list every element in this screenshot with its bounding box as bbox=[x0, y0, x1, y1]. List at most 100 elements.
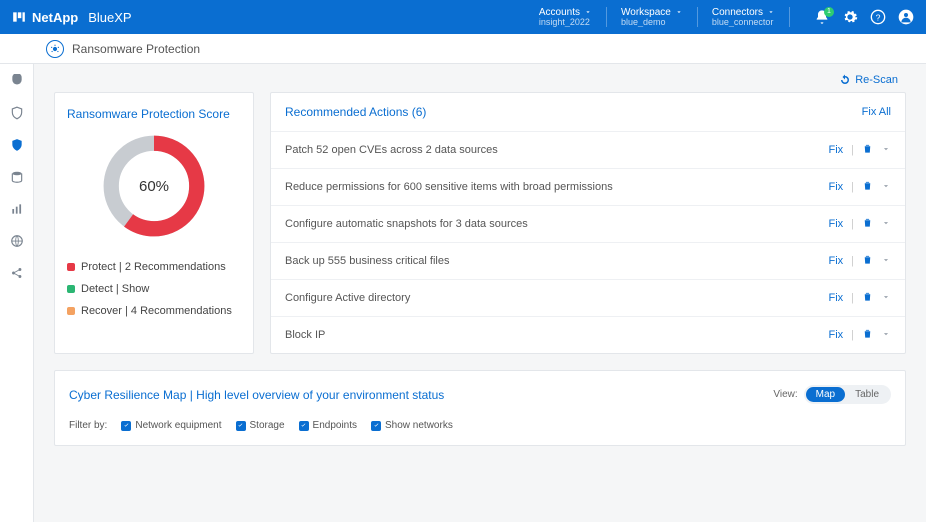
trash-icon bbox=[862, 180, 873, 191]
action-row: Block IPFix| bbox=[271, 316, 905, 353]
legend-detect[interactable]: Detect | Show bbox=[67, 283, 241, 295]
expand-button[interactable] bbox=[881, 329, 891, 342]
notification-badge: 1 bbox=[824, 7, 834, 17]
page-title: Ransomware Protection bbox=[72, 42, 200, 56]
filter-label-text: Show networks bbox=[385, 420, 453, 431]
chevron-down-icon bbox=[584, 8, 592, 16]
sidebar-item-share[interactable] bbox=[10, 266, 24, 280]
view-table-button[interactable]: Table bbox=[845, 387, 889, 402]
workspace-menu[interactable]: Workspace blue_demo bbox=[621, 7, 698, 28]
ransomware-icon bbox=[46, 40, 64, 58]
notifications-icon[interactable]: 1 bbox=[814, 9, 830, 25]
delete-button[interactable] bbox=[862, 291, 873, 305]
chevron-down-icon bbox=[881, 144, 891, 154]
chevron-down-icon bbox=[675, 8, 683, 16]
map-card: Cyber Resilience Map | High level overvi… bbox=[54, 370, 906, 446]
svg-text:?: ? bbox=[876, 12, 881, 22]
expand-button[interactable] bbox=[881, 144, 891, 157]
rescan-button[interactable]: Re-Scan bbox=[839, 74, 898, 86]
score-donut: 60% bbox=[99, 131, 209, 241]
sidebar-item-volumes[interactable] bbox=[10, 170, 24, 184]
fix-button[interactable]: Fix bbox=[828, 144, 843, 156]
actions-card: Recommended Actions (6) Fix All Patch 52… bbox=[270, 92, 906, 354]
view-label: View: bbox=[773, 389, 797, 400]
help-icon[interactable]: ? bbox=[870, 9, 886, 25]
view-map-button[interactable]: Map bbox=[806, 387, 845, 402]
accounts-menu[interactable]: Accounts insight_2022 bbox=[539, 7, 607, 28]
sidebar-item-reports[interactable] bbox=[10, 202, 24, 216]
trash-icon bbox=[862, 254, 873, 265]
fix-button[interactable]: Fix bbox=[828, 292, 843, 304]
score-value: 60% bbox=[99, 131, 209, 241]
action-row: Patch 52 open CVEs across 2 data sources… bbox=[271, 131, 905, 168]
action-row: Configure Active directoryFix| bbox=[271, 279, 905, 316]
delete-button[interactable] bbox=[862, 143, 873, 157]
fix-button[interactable]: Fix bbox=[828, 329, 843, 341]
score-card: Ransomware Protection Score 60% Protect … bbox=[54, 92, 254, 354]
fix-all-button[interactable]: Fix All bbox=[862, 106, 891, 118]
filter-checkbox[interactable]: Storage bbox=[236, 420, 285, 431]
checkbox-icon bbox=[299, 421, 309, 431]
chevron-down-icon bbox=[881, 329, 891, 339]
chevron-down-icon bbox=[881, 181, 891, 191]
action-label: Reduce permissions for 600 sensitive ite… bbox=[285, 181, 828, 193]
square-red-icon bbox=[67, 263, 75, 271]
delete-button[interactable] bbox=[862, 254, 873, 268]
sidebar-item-ransomware[interactable] bbox=[10, 138, 24, 152]
connectors-menu[interactable]: Connectors blue_connector bbox=[712, 7, 790, 28]
action-row: Configure automatic snapshots for 3 data… bbox=[271, 205, 905, 242]
trash-icon bbox=[862, 328, 873, 339]
main-content: Re-Scan Ransomware Protection Score 60% … bbox=[34, 64, 926, 522]
fix-button[interactable]: Fix bbox=[828, 255, 843, 267]
checkbox-icon bbox=[236, 421, 246, 431]
chevron-down-icon bbox=[881, 218, 891, 228]
top-bar: NetApp BlueXP Accounts insight_2022 Work… bbox=[0, 0, 926, 34]
action-label: Configure automatic snapshots for 3 data… bbox=[285, 218, 828, 230]
action-label: Back up 555 business critical files bbox=[285, 255, 828, 267]
delete-button[interactable] bbox=[862, 180, 873, 194]
score-title: Ransomware Protection Score bbox=[67, 107, 241, 121]
action-label: Configure Active directory bbox=[285, 292, 828, 304]
square-orange-icon bbox=[67, 307, 75, 315]
page-subheader: Ransomware Protection bbox=[0, 34, 926, 64]
gear-icon[interactable] bbox=[842, 9, 858, 25]
sidebar-item-canvas[interactable] bbox=[10, 74, 24, 88]
filter-checkbox[interactable]: Endpoints bbox=[299, 420, 357, 431]
sidebar-item-globe[interactable] bbox=[10, 234, 24, 248]
delete-button[interactable] bbox=[862, 328, 873, 342]
legend-protect[interactable]: Protect | 2 Recommendations bbox=[67, 261, 241, 273]
fix-button[interactable]: Fix bbox=[828, 218, 843, 230]
filter-label-text: Network equipment bbox=[135, 420, 221, 431]
chevron-down-icon bbox=[881, 255, 891, 265]
user-icon[interactable] bbox=[898, 9, 914, 25]
legend-recover[interactable]: Recover | 4 Recommendations bbox=[67, 305, 241, 317]
brand[interactable]: NetApp BlueXP bbox=[12, 10, 132, 25]
square-green-icon bbox=[67, 285, 75, 293]
trash-icon bbox=[862, 217, 873, 228]
filter-label-text: Storage bbox=[250, 420, 285, 431]
view-toggle: Map Table bbox=[804, 385, 891, 404]
logo-icon bbox=[12, 10, 26, 24]
filter-checkbox[interactable]: Show networks bbox=[371, 420, 453, 431]
actions-title: Recommended Actions (6) bbox=[285, 105, 426, 119]
expand-button[interactable] bbox=[881, 181, 891, 194]
checkbox-icon bbox=[121, 421, 131, 431]
sidebar-item-protection[interactable] bbox=[10, 106, 24, 120]
top-menu: Accounts insight_2022 Workspace blue_dem… bbox=[539, 7, 914, 28]
checkbox-icon bbox=[371, 421, 381, 431]
fix-button[interactable]: Fix bbox=[828, 181, 843, 193]
filter-label-text: Endpoints bbox=[313, 420, 357, 431]
expand-button[interactable] bbox=[881, 218, 891, 231]
chevron-down-icon bbox=[881, 292, 891, 302]
action-row: Reduce permissions for 600 sensitive ite… bbox=[271, 168, 905, 205]
trash-icon bbox=[862, 143, 873, 154]
expand-button[interactable] bbox=[881, 292, 891, 305]
expand-button[interactable] bbox=[881, 255, 891, 268]
filter-checkbox[interactable]: Network equipment bbox=[121, 420, 221, 431]
map-title: Cyber Resilience Map | High level overvi… bbox=[69, 388, 444, 402]
action-label: Block IP bbox=[285, 329, 828, 341]
refresh-icon bbox=[839, 74, 851, 86]
delete-button[interactable] bbox=[862, 217, 873, 231]
action-row: Back up 555 business critical filesFix| bbox=[271, 242, 905, 279]
action-label: Patch 52 open CVEs across 2 data sources bbox=[285, 144, 828, 156]
